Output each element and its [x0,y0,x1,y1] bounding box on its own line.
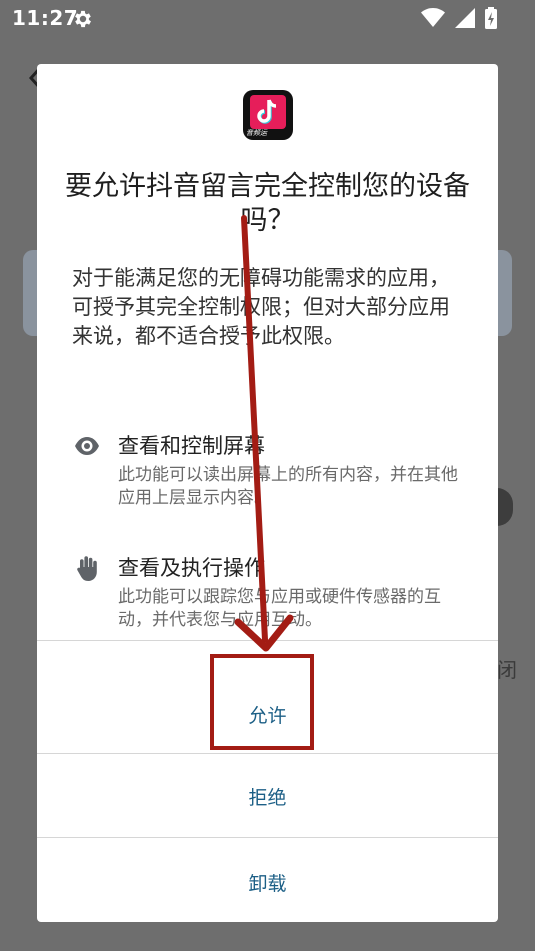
annotation-highlight-box [210,654,314,750]
signal-icon [455,8,475,28]
deny-button[interactable]: 拒绝 [37,754,498,838]
eye-icon [75,437,99,455]
app-icon-caption: 音频运 [246,129,267,137]
permission-title: 查看和控制屏幕 [118,434,265,458]
dialog-title: 要允许抖音留言完全控制您的设备吗？ [65,171,470,236]
divider [37,837,498,838]
accessibility-permission-dialog: 音频运 要允许抖音留言完全控制您的设备吗？ 对于能满足您的无障碍功能需求的应用，… [37,64,498,922]
uninstall-button[interactable]: 卸载 [37,840,498,922]
permission-description: 此功能可以读出屏幕上的所有内容，并在其他应用上层显示内容。 [118,465,458,508]
background-partial-text: 闭 [497,658,517,682]
permission-title: 查看及执行操作 [118,556,265,580]
wifi-icon [421,8,445,27]
battery-charging-icon [485,7,497,29]
background-card-edge [498,250,512,336]
status-bar: 11:27 [0,0,535,36]
background-card [23,250,37,336]
status-icons [421,7,497,29]
dialog-description: 对于能满足您的无障碍功能需求的应用，可授予其完全控制权限；但对大部分应用来说，都… [72,266,450,348]
permission-description: 此功能可以跟踪您与应用或硬件传感器的互动，并代表您与应用互动。 [118,587,441,630]
status-time: 11:27 [12,6,79,30]
app-icon: 音频运 [243,90,293,140]
hand-icon [77,556,97,581]
divider [37,640,498,641]
background-toggle [497,488,513,526]
settings-gear-icon [75,10,91,28]
